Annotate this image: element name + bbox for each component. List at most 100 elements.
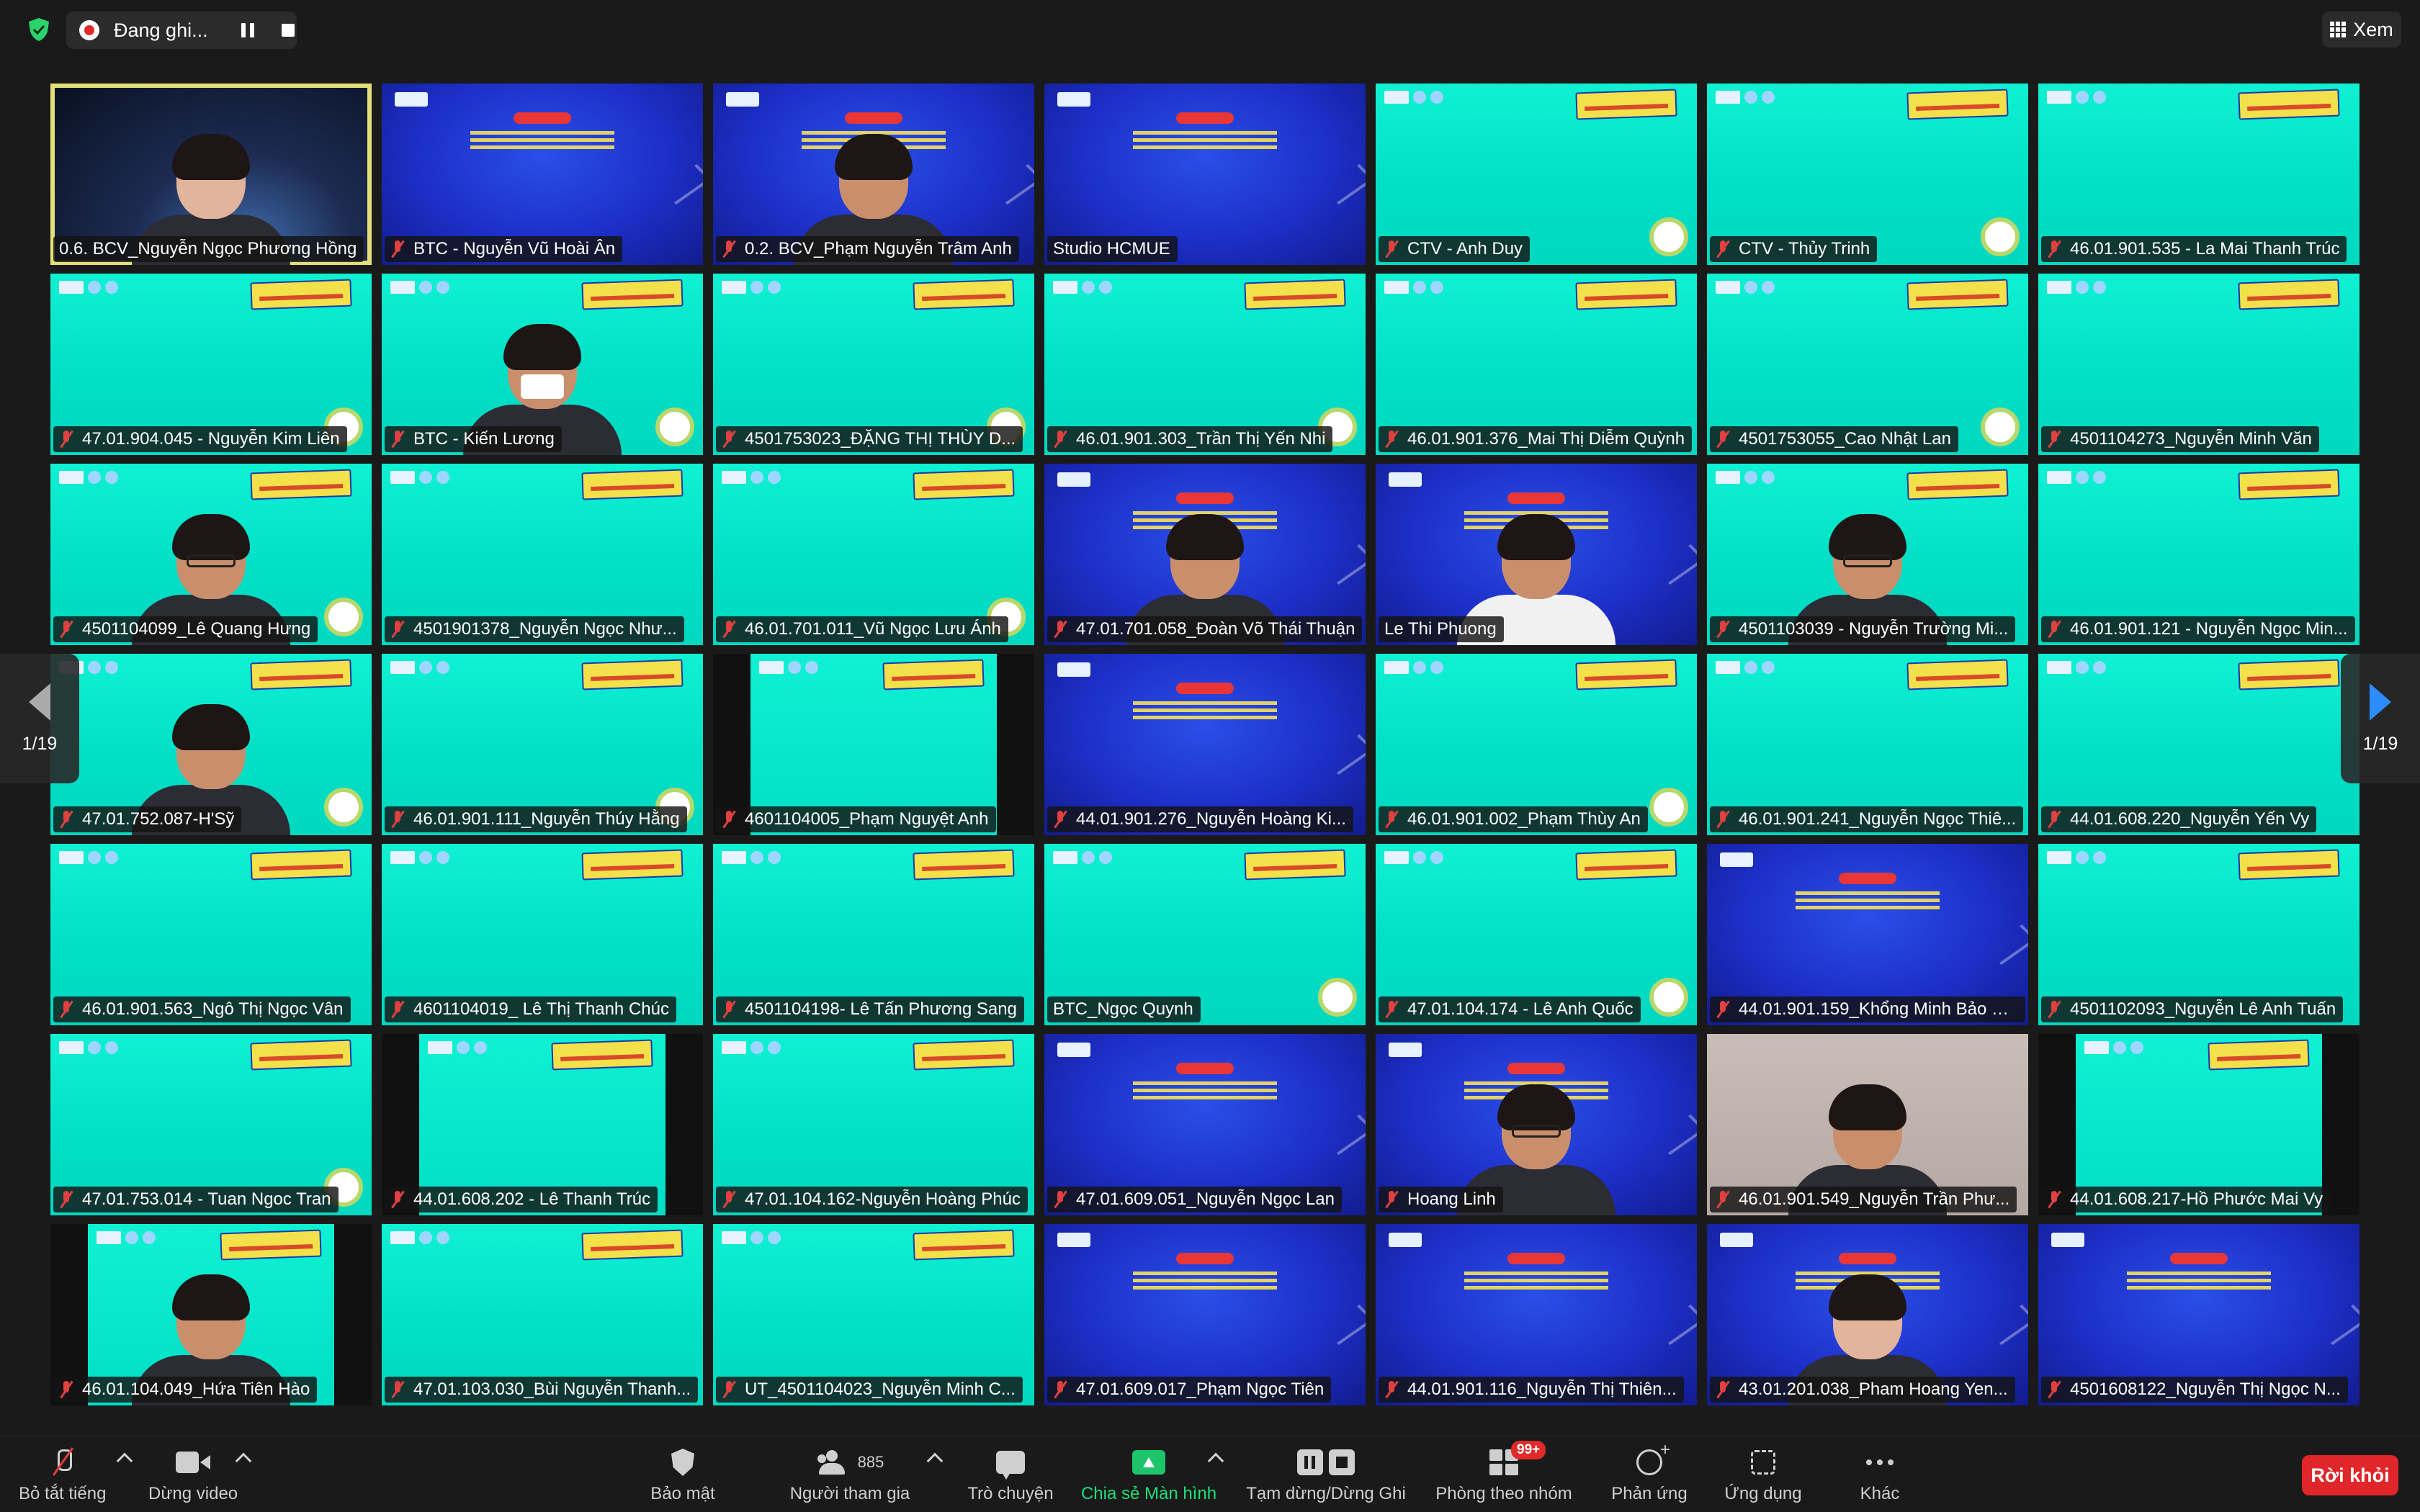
participant-tile[interactable]: 4501102093_Nguyễn Lê Anh Tuấn bbox=[2038, 844, 2360, 1025]
participant-tile[interactable]: 4501753023_ĐẶNG THỊ THÙY D... bbox=[713, 274, 1034, 455]
participant-tile[interactable]: 46.01.901.549_Nguyễn Trần Phư... bbox=[1707, 1034, 2028, 1215]
participant-count: 885 bbox=[857, 1453, 884, 1471]
previous-page-button[interactable]: 1/19 bbox=[0, 654, 79, 783]
microphone-muted-icon bbox=[722, 431, 736, 448]
apps-button[interactable]: Ứng dụng bbox=[1723, 1444, 1803, 1504]
participant-tile[interactable]: 47.01.753.014 - Tuan Ngoc Tran bbox=[50, 1034, 372, 1215]
participant-name-tag: 4501103039 - Nguyễn Trường Mi... bbox=[1710, 616, 2016, 642]
participant-tile[interactable]: 46.01.901.563_Ngô Thị Ngọc Vân bbox=[50, 844, 372, 1025]
participant-tile[interactable]: 46.01.701.011_Vũ Ngọc Lưu Ánh bbox=[713, 464, 1034, 645]
security-button[interactable]: Bảo mật bbox=[648, 1444, 717, 1504]
participant-tile[interactable]: BTC_Ngọc Quynh bbox=[1044, 844, 1366, 1025]
participant-tile[interactable]: Studio HCMUE bbox=[1044, 84, 1366, 265]
participant-tile[interactable]: UT_4501104023_Nguyễn Minh C... bbox=[713, 1224, 1034, 1405]
participant-tile[interactable]: 46.01.901.376_Mai Thị Diễm Quỳnh bbox=[1376, 274, 1697, 455]
chevron-up-icon[interactable] bbox=[926, 1452, 944, 1470]
participant-tile[interactable]: 47.01.609.017_Phạm Ngọc Tiên bbox=[1044, 1224, 1366, 1405]
participant-tile[interactable]: 4501104273_Nguyễn Minh Văn bbox=[2038, 274, 2360, 455]
university-logo-icon bbox=[1057, 1233, 1090, 1247]
participant-tile[interactable]: 47.01.609.051_Nguyễn Ngọc Lan bbox=[1044, 1034, 1366, 1215]
participant-tile[interactable]: 47.01.104.162-Nguyễn Hoàng Phúc bbox=[713, 1034, 1034, 1215]
participant-tile[interactable]: 46.01.901.241_Nguyễn Ngọc Thiê... bbox=[1707, 654, 2028, 835]
participant-tile[interactable]: 46.01.104.049_Hứa Tiên Hào bbox=[50, 1224, 372, 1405]
chat-button[interactable]: Trò chuyện bbox=[965, 1444, 1056, 1504]
event-logos-icon bbox=[390, 1231, 449, 1244]
participant-tile[interactable]: 46.01.901.121 - Nguyễn Ngọc Min... bbox=[2038, 464, 2360, 645]
participant-name-tag: BTC_Ngọc Quynh bbox=[1047, 996, 1201, 1022]
participant-tile[interactable]: 46.01.901.002_Phạm Thùy An bbox=[1376, 654, 1697, 835]
participant-tile[interactable]: 44.01.608.217-Hồ Phước Mai Vy bbox=[2038, 1034, 2360, 1215]
participant-name-tag: 47.01.609.051_Nguyễn Ngọc Lan bbox=[1047, 1187, 1342, 1212]
breakout-rooms-button[interactable]: 99+ Phòng theo nhóm bbox=[1432, 1441, 1576, 1504]
participant-tile[interactable]: 4501753055_Cao Nhật Lan bbox=[1707, 274, 2028, 455]
unmute-button[interactable]: Bỏ tắt tiếng bbox=[19, 1444, 133, 1504]
participant-tile[interactable]: 4501104198- Lê Tấn Phương Sang bbox=[713, 844, 1034, 1025]
event-title-banner-icon bbox=[2127, 1253, 2271, 1296]
participant-name: 47.01.904.045 - Nguyễn Kim Liên bbox=[82, 429, 340, 449]
share-screen-button[interactable]: Chia sẻ Màn hình bbox=[1080, 1444, 1224, 1504]
participant-tile[interactable]: 46.01.901.111_Nguyễn Thúy Hằng bbox=[382, 654, 703, 835]
university-logo-icon bbox=[1720, 1233, 1753, 1247]
participant-tile[interactable]: 46.01.901.535 - La Mai Thanh Trúc bbox=[2038, 84, 2360, 265]
more-dots-icon bbox=[1866, 1459, 1894, 1465]
participant-name: 4501753055_Cao Nhật Lan bbox=[1739, 429, 1951, 449]
event-logos-icon bbox=[1716, 661, 1775, 674]
event-title-banner-icon bbox=[1796, 873, 1940, 916]
participant-tile[interactable]: 44.01.608.220_Nguyễn Yến Vy bbox=[2038, 654, 2360, 835]
participant-tile[interactable]: 4501104099_Lê Quang Hưng bbox=[50, 464, 372, 645]
next-page-button[interactable]: 1/19 bbox=[2341, 654, 2420, 783]
participant-tile[interactable]: 44.01.608.202 - Lê Thanh Trúc bbox=[382, 1034, 703, 1215]
participant-tile[interactable]: 4501901378_Nguyễn Ngọc Như... bbox=[382, 464, 703, 645]
participant-tile[interactable]: 43.01.201.038_Pham Hoang Yen... bbox=[1707, 1224, 2028, 1405]
microphone-muted-icon bbox=[1384, 1191, 1399, 1208]
participant-tile[interactable]: 4501103039 - Nguyễn Trường Mi... bbox=[1707, 464, 2028, 645]
participant-tile[interactable]: 47.01.752.087-H'Sỹ bbox=[50, 654, 372, 835]
participant-tile[interactable]: 4501608122_Nguyễn Thị Ngọc N... bbox=[2038, 1224, 2360, 1405]
university-logo-icon bbox=[1720, 852, 1753, 867]
stop-video-button[interactable]: Dừng video bbox=[148, 1444, 252, 1504]
participants-button[interactable]: 885 Người tham gia bbox=[785, 1444, 944, 1504]
pause-stop-recording-button[interactable]: Tạm dừng/Dừng Ghi bbox=[1245, 1444, 1407, 1504]
view-button[interactable]: Xem bbox=[2322, 12, 2401, 48]
participant-tile[interactable]: 4601104005_Phạm Nguyệt Anh bbox=[713, 654, 1034, 835]
microphone-muted-icon bbox=[1384, 811, 1399, 828]
event-banner-icon bbox=[1575, 279, 1677, 310]
more-button[interactable]: Khác bbox=[1851, 1444, 1909, 1504]
participant-tile[interactable]: CTV - Anh Duy bbox=[1376, 84, 1697, 265]
event-banner-icon bbox=[2238, 279, 2340, 310]
participant-tile[interactable]: 47.01.104.174 - Lê Anh Quốc bbox=[1376, 844, 1697, 1025]
participant-tile[interactable]: BTC - Kiến Lương bbox=[382, 274, 703, 455]
participant-tile[interactable]: 0.2. BCV_Phạm Nguyễn Trâm Anh bbox=[713, 84, 1034, 265]
stop-recording-icon[interactable] bbox=[281, 24, 295, 37]
participant-tile[interactable]: 47.01.701.058_Đoàn Võ Thái Thuận bbox=[1044, 464, 1366, 645]
participant-tile[interactable]: Hoang Linh bbox=[1376, 1034, 1697, 1215]
chevron-up-icon[interactable] bbox=[116, 1452, 133, 1470]
participants-label: Người tham gia bbox=[789, 1484, 910, 1503]
participant-tile[interactable]: 44.01.901.116_Nguyễn Thị Thiên... bbox=[1376, 1224, 1697, 1405]
participant-tile[interactable]: CTV - Thủy Trinh bbox=[1707, 84, 2028, 265]
chevron-up-icon[interactable] bbox=[1207, 1452, 1224, 1470]
background-circle-icon bbox=[1981, 408, 2020, 446]
participant-name: 46.01.901.535 - La Mai Thanh Trúc bbox=[2070, 239, 2340, 258]
university-logo-icon bbox=[395, 92, 428, 107]
participant-tile[interactable]: 47.01.103.030_Bùi Nguyễn Thanh... bbox=[382, 1224, 703, 1405]
event-banner-icon bbox=[1244, 849, 1346, 881]
leave-button[interactable]: Rời khỏi bbox=[2302, 1455, 2398, 1495]
participant-tile[interactable]: Le Thi Phuong bbox=[1376, 464, 1697, 645]
decorative-chevron-icon bbox=[2317, 1304, 2360, 1346]
event-logos-icon bbox=[1384, 851, 1443, 864]
participant-tile[interactable]: 44.01.901.276_Nguyễn Hoàng Ki... bbox=[1044, 654, 1366, 835]
participant-tile[interactable]: 44.01.901.159_Khổng Minh Bảo N... bbox=[1707, 844, 2028, 1025]
event-banner-icon bbox=[1906, 89, 2009, 120]
participant-tile[interactable]: 47.01.904.045 - Nguyễn Kim Liên bbox=[50, 274, 372, 455]
reactions-button[interactable]: Phản ứng bbox=[1608, 1440, 1691, 1504]
participant-name: 0.2. BCV_Phạm Nguyễn Trâm Anh bbox=[745, 239, 1012, 258]
participant-tile[interactable]: 4601104019_ Lê Thị Thanh Chúc bbox=[382, 844, 703, 1025]
participant-tile[interactable]: 46.01.901.303_Trần Thị Yến Nhi bbox=[1044, 274, 1366, 455]
chevron-up-icon[interactable] bbox=[235, 1452, 252, 1470]
pause-recording-icon[interactable] bbox=[241, 23, 254, 37]
participant-tile[interactable]: BTC - Nguyễn Vũ Hoài Ân bbox=[382, 84, 703, 265]
participant-tile[interactable]: 0.6. BCV_Nguyễn Ngọc Phương Hồng bbox=[50, 84, 372, 265]
arrow-right-icon bbox=[2370, 683, 2391, 721]
security-shield-icon[interactable] bbox=[27, 17, 50, 42]
